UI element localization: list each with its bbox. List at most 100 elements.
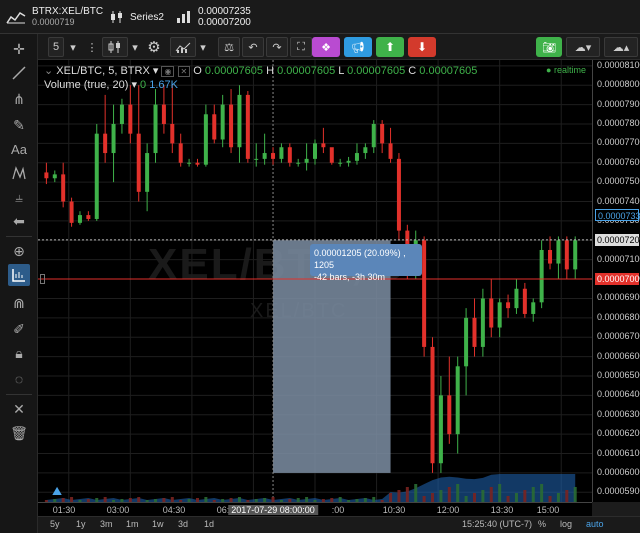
- candle-body: [422, 240, 427, 347]
- legend-close-icon[interactable]: ✕: [177, 66, 191, 77]
- price-badge-blue: 0.00007333: [595, 208, 640, 221]
- auto-toggle[interactable]: auto: [586, 519, 604, 529]
- pitchfork-icon[interactable]: ⋔: [8, 88, 30, 110]
- zoom-icon[interactable]: ⊕: [8, 240, 30, 262]
- lock-icon[interactable]: 🔒︎: [8, 342, 30, 364]
- candle-body: [447, 395, 452, 435]
- announce-button[interactable]: 📢︎: [344, 37, 372, 57]
- settings-button[interactable]: ⚙: [144, 37, 164, 57]
- candle-body: [573, 240, 578, 270]
- candle-body: [539, 249, 544, 303]
- candle-body: [178, 143, 183, 163]
- price-tick-label: 0.00006500: [597, 369, 640, 380]
- measure-icon[interactable]: [8, 264, 30, 286]
- chevron-down-icon: ⌄: [44, 65, 54, 77]
- fullscreen-button[interactable]: ⛶: [290, 37, 312, 57]
- toolbar-divider: [6, 236, 32, 237]
- chart-style-button[interactable]: [102, 37, 128, 57]
- undo-button[interactable]: ↶: [242, 37, 264, 57]
- candle-body: [128, 104, 133, 134]
- interval-selector[interactable]: 5: [48, 37, 64, 57]
- candle-body: [195, 162, 200, 165]
- interval-dropdown[interactable]: ▾: [66, 37, 80, 57]
- price-tick-label: 0.00005900: [597, 486, 640, 497]
- price-tick-label: 0.00006100: [597, 447, 640, 458]
- volume-bar: [456, 484, 460, 502]
- candle-body: [371, 123, 376, 148]
- candle-body: [103, 133, 108, 154]
- remove-tools-icon[interactable]: ✕: [8, 398, 30, 420]
- sell-button[interactable]: ⬇: [408, 37, 436, 57]
- indicators-dropdown[interactable]: ▾: [196, 37, 210, 57]
- measure-tooltip: 0.00001205 (20.09%) , 1205 -42 bars, -3h…: [310, 244, 422, 282]
- volume-bar: [565, 490, 569, 502]
- candle-body: [161, 104, 166, 124]
- tab-symbol[interactable]: BTRX:XEL/BTC 0.0000719: [6, 4, 103, 30]
- magnet-icon[interactable]: ⋒: [8, 292, 30, 314]
- save-layout-button[interactable]: ☁▴: [604, 37, 638, 57]
- candle-body: [304, 158, 309, 163]
- trendline-icon[interactable]: [8, 62, 30, 84]
- pane-handle[interactable]: [40, 274, 45, 284]
- candle-body: [388, 143, 393, 159]
- clock: 15:25:40 (UTC-7): [462, 519, 533, 529]
- time-tick-label: 13:30: [490, 505, 514, 515]
- legend-eye-icon[interactable]: ◉: [161, 66, 175, 77]
- indicators-button[interactable]: [170, 37, 196, 57]
- eye-hide-icon[interactable]: ◌: [8, 368, 30, 390]
- legend-volume-v1: 0: [140, 79, 147, 91]
- legend-volume: Volume (true, 20) ▾ 0 1.67K: [44, 78, 178, 91]
- chart-style-dropdown[interactable]: ▾: [128, 37, 142, 57]
- chart-canvas[interactable]: XEL/BTC, 5 XEL/BTC ⌄ XEL/BTC, 5, BTRX ▾ …: [38, 60, 592, 502]
- price-badge-crosshair: 0.00007202: [595, 233, 640, 246]
- cube-button[interactable]: ❖: [312, 37, 340, 57]
- buy-button[interactable]: ⬆: [376, 37, 404, 57]
- candles-icon: [111, 11, 122, 23]
- trash-icon[interactable]: 🗑︎: [8, 422, 30, 444]
- brush-icon[interactable]: ✎: [8, 114, 30, 136]
- candle-body: [170, 123, 175, 144]
- volume-bar: [540, 484, 544, 502]
- time-tick-label: 10:30: [382, 505, 406, 515]
- candle-body: [480, 298, 485, 347]
- compare-button[interactable]: ⚖: [218, 37, 240, 57]
- price-tick-label: 0.00006000: [597, 466, 640, 477]
- forecast-icon[interactable]: ⫨: [8, 186, 30, 208]
- range-3d[interactable]: 3d: [178, 519, 188, 529]
- tab-symbol-value: 0.0000719: [32, 17, 75, 27]
- range-1y[interactable]: 1y: [76, 519, 86, 529]
- time-tick-label: 04:30: [162, 505, 186, 515]
- range-1d[interactable]: 1d: [204, 519, 214, 529]
- time-tick-label: 01:30: [52, 505, 76, 515]
- text-tool-icon[interactable]: Aa: [8, 138, 30, 160]
- range-1m[interactable]: 1m: [126, 519, 139, 529]
- crosshair-icon[interactable]: ✛: [8, 38, 30, 60]
- load-layout-button[interactable]: ☁▾: [566, 37, 600, 57]
- log-toggle[interactable]: log: [560, 519, 572, 529]
- redo-button[interactable]: ↷: [266, 37, 288, 57]
- volume-bar: [489, 487, 493, 502]
- legend-close-label: C: [408, 65, 417, 77]
- range-5y[interactable]: 5y: [50, 519, 60, 529]
- candle-body: [203, 114, 208, 165]
- price-axis[interactable]: 0.00008100 0.00008000 0.00007900 0.00007800…: [592, 60, 640, 502]
- candle-body: [220, 104, 225, 140]
- realtime-indicator: ● realtime: [546, 65, 586, 75]
- snapshot-button[interactable]: 📷︎: [536, 37, 562, 57]
- candle-body: [564, 240, 569, 270]
- percent-toggle[interactable]: %: [538, 519, 546, 529]
- pattern-icon[interactable]: [8, 162, 30, 184]
- legend-low-label: L: [338, 65, 345, 77]
- candle-body: [296, 162, 301, 164]
- arrow-left-icon[interactable]: ⬅: [8, 210, 30, 232]
- volume-bar: [523, 490, 527, 502]
- tab-values[interactable]: 0.00007235 0.00007200: [176, 4, 251, 30]
- tab-series2[interactable]: Series2: [110, 4, 164, 30]
- range-3m[interactable]: 3m: [100, 519, 113, 529]
- time-axis[interactable]: 01:3003:0004:3006:00:0010:3012:0013:3015…: [38, 502, 592, 516]
- stay-drawing-icon[interactable]: ✐: [8, 318, 30, 340]
- candle-body: [94, 133, 99, 219]
- interval-more[interactable]: ⋮: [86, 37, 98, 57]
- range-1w[interactable]: 1w: [152, 519, 164, 529]
- candle-body: [455, 366, 460, 435]
